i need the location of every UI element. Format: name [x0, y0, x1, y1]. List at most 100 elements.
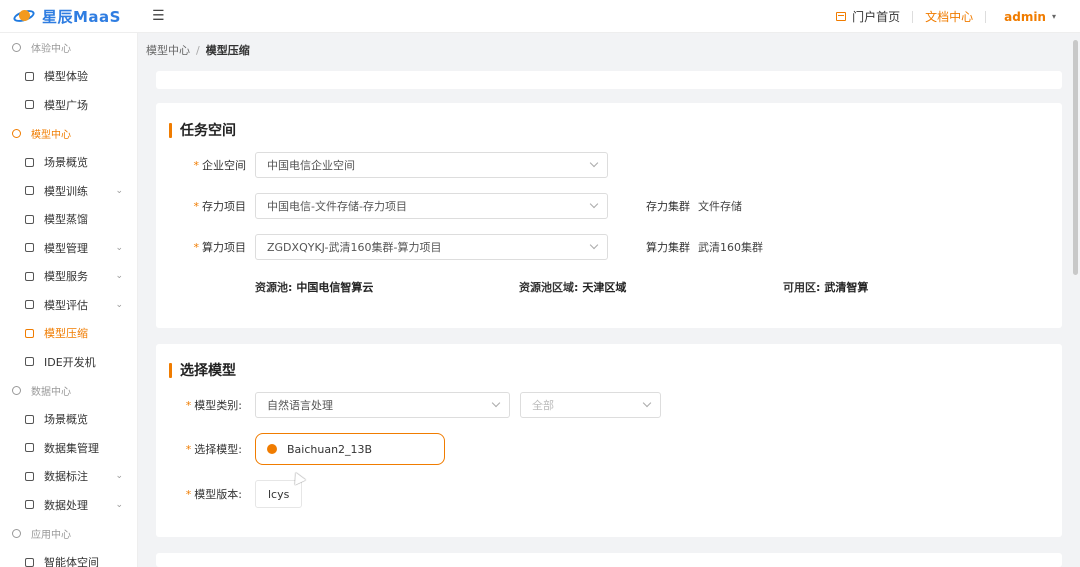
- availability-zone: 可用区: 武清智算: [783, 279, 868, 295]
- category-value: 自然语言处理: [267, 399, 333, 412]
- chevron-down-icon: [589, 199, 599, 209]
- sidebar-item-model-square[interactable]: 模型广场: [0, 91, 137, 120]
- sidebar-item-label: 模型压缩: [44, 327, 88, 341]
- model-center-icon: [12, 129, 21, 138]
- compute-label-text: 算力项目: [202, 241, 246, 254]
- selected-model-name: Baichuan2_13B: [287, 442, 373, 456]
- required-mark: *: [193, 159, 200, 172]
- divider: [985, 10, 987, 23]
- sidebar-item-model-service[interactable]: 模型服务 ⌄: [0, 262, 137, 291]
- sidebar-item-label: 模型广场: [44, 98, 88, 112]
- category-label: * 模型类别:: [156, 397, 242, 413]
- category-select[interactable]: 自然语言处理: [255, 392, 510, 418]
- sidebar-item-label: 模型管理: [44, 241, 88, 255]
- page-scrollbar[interactable]: [1073, 40, 1078, 275]
- section-title: 选择模型: [169, 360, 236, 380]
- process-icon: [25, 500, 34, 510]
- enterprise-select[interactable]: 中国电信企业空间: [255, 152, 608, 178]
- sidebar-item-label: 数据集管理: [44, 441, 99, 455]
- docs-link[interactable]: 文档中心: [925, 8, 973, 25]
- resource-pool: 资源池: 中国电信智算云: [255, 279, 373, 295]
- resource-region-value: 天津区域: [582, 281, 627, 294]
- sub-category-select[interactable]: 全部: [520, 392, 661, 418]
- version-row: * 模型版本: lcys: [156, 480, 303, 508]
- sidebar-item-label: 模型服务: [44, 270, 88, 284]
- sidebar-item-data-process[interactable]: 数据处理 ⌄: [0, 491, 137, 520]
- sidebar-item-dataset-manage[interactable]: 数据集管理: [0, 434, 137, 463]
- breadcrumb-root[interactable]: 模型中心: [146, 42, 190, 58]
- enterprise-row: * 企业空间 中国电信企业空间: [156, 152, 608, 178]
- chevron-down-icon: ⌄: [115, 185, 123, 196]
- selected-model-chip[interactable]: Baichuan2_13B: [255, 433, 445, 465]
- chevron-down-icon: ⌄: [115, 271, 123, 282]
- resource-pool-label: 资源池:: [255, 281, 293, 294]
- sidebar-item-model-manage[interactable]: 模型管理 ⌄: [0, 234, 137, 263]
- bottom-card: [156, 553, 1062, 567]
- storage-label: * 存力项目: [156, 198, 247, 214]
- storage-select[interactable]: 中国电信-文件存储-存力项目: [255, 193, 608, 219]
- sidebar: 体验中心 模型体验 模型广场 模型中心 场景概览 模型训练 ⌄ 模型蒸馏 模型管…: [0, 33, 138, 567]
- sidebar-group-experience: 体验中心: [0, 33, 137, 62]
- sidebar-group-app-center: 应用中心: [0, 519, 137, 548]
- logo[interactable]: 星辰MaaS: [11, 6, 142, 27]
- sidebar-group-model-center: 模型中心: [0, 119, 137, 148]
- enterprise-label: * 企业空间: [156, 157, 247, 173]
- sidebar-item-label: 模型蒸馏: [44, 213, 88, 227]
- sidebar-item-ide[interactable]: IDE开发机: [0, 348, 137, 377]
- sidebar-item-label: 模型评估: [44, 298, 88, 312]
- sidebar-item-model-distill[interactable]: 模型蒸馏: [0, 205, 137, 234]
- category-label-text: 模型类别:: [194, 399, 242, 412]
- portal-icon: [836, 12, 847, 21]
- manage-icon: [25, 243, 34, 253]
- top-right-nav: 门户首页 文档中心 admin ▾: [836, 0, 1056, 33]
- resource-region-label: 资源池区域:: [519, 281, 579, 294]
- sidebar-group-data-center: 数据中心: [0, 376, 137, 405]
- required-mark: *: [193, 241, 200, 254]
- sidebar-item-model-compress[interactable]: 模型压缩: [0, 319, 137, 348]
- chevron-down-icon: ⌄: [115, 299, 123, 310]
- logo-icon: [11, 7, 37, 25]
- sidebar-item-label: 场景概览: [44, 413, 88, 427]
- select-model-card: 选择模型 * 模型类别: 自然语言处理 全部 * 选择模型: Baichuan2_1…: [156, 344, 1062, 537]
- sidebar-item-agent-space[interactable]: 智能体空间: [0, 548, 137, 567]
- compute-select[interactable]: ZGDXQYKJ-武清160集群-算力项目: [255, 234, 608, 260]
- ide-icon: [25, 357, 34, 367]
- sidebar-item-model-training[interactable]: 模型训练 ⌄: [0, 177, 137, 206]
- portal-label: 门户首页: [852, 10, 901, 24]
- training-icon: [25, 186, 34, 196]
- chevron-down-icon: ⌄: [115, 471, 123, 482]
- compute-row: * 算力项目 ZGDXQYKJ-武清160集群-算力项目 算力集群 武清160集群: [156, 234, 763, 260]
- compute-cluster-value: 武清160集群: [698, 241, 763, 254]
- sidebar-group-label: 应用中心: [31, 530, 71, 541]
- compute-label: * 算力项目: [156, 239, 247, 255]
- compute-value: ZGDXQYKJ-武清160集群-算力项目: [267, 241, 442, 254]
- model-label: * 选择模型:: [156, 441, 242, 457]
- breadcrumb: 模型中心 / 模型压缩: [146, 42, 250, 58]
- storage-cluster-value: 文件存储: [698, 200, 742, 213]
- availability-zone-label: 可用区:: [783, 281, 821, 294]
- sidebar-item-data-scene-overview[interactable]: 场景概览: [0, 405, 137, 434]
- required-mark: *: [185, 399, 192, 412]
- menu-toggle-icon[interactable]: ☰: [152, 8, 165, 24]
- chevron-down-icon: ⌄: [115, 242, 123, 253]
- user-menu[interactable]: admin: [1004, 10, 1046, 24]
- chevron-down-icon: [589, 240, 599, 250]
- breadcrumb-separator: /: [196, 43, 200, 57]
- label-icon: [25, 471, 34, 481]
- sidebar-item-scene-overview[interactable]: 场景概览: [0, 148, 137, 177]
- enterprise-value: 中国电信企业空间: [267, 159, 355, 172]
- model-dot-icon: [267, 444, 277, 454]
- model-icon: [25, 100, 34, 110]
- section-title: 任务空间: [169, 120, 236, 140]
- portal-link[interactable]: 门户首页: [836, 8, 900, 25]
- sidebar-item-model-experience[interactable]: 模型体验: [0, 62, 137, 91]
- data-center-icon: [12, 386, 21, 395]
- distill-icon: [25, 214, 34, 224]
- service-icon: [25, 271, 34, 281]
- required-mark: *: [185, 443, 192, 456]
- top-card: [156, 71, 1062, 89]
- chevron-down-icon[interactable]: ▾: [1052, 12, 1056, 21]
- compute-cluster-label: 算力集群: [646, 241, 690, 254]
- sidebar-item-model-eval[interactable]: 模型评估 ⌄: [0, 291, 137, 320]
- sidebar-item-data-label[interactable]: 数据标注 ⌄: [0, 462, 137, 491]
